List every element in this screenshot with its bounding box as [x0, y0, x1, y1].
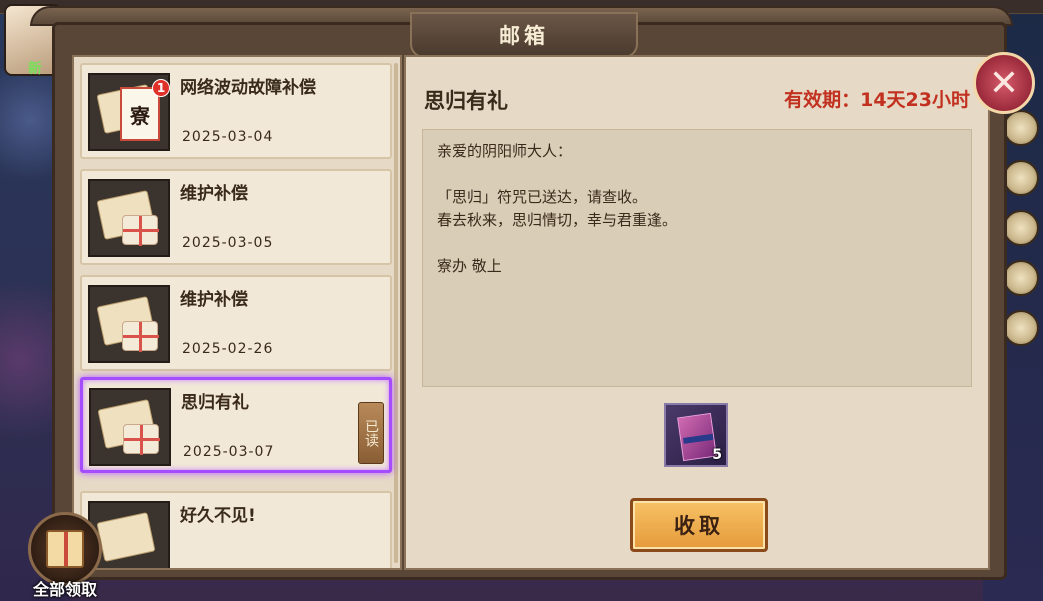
- close-icon: ✕: [988, 62, 1020, 104]
- mail-item[interactable]: 寮 1 网络波动故障补偿 2025-03-04: [80, 63, 392, 159]
- side-avatar-icon[interactable]: [1003, 260, 1039, 296]
- expiry-label: 有效期：14天23小时: [784, 89, 970, 111]
- mail-date: 2025-03-04: [182, 129, 274, 145]
- reward-count: 5: [712, 447, 722, 463]
- window-title-plate: 邮箱: [410, 12, 638, 58]
- close-button[interactable]: ✕: [973, 52, 1035, 114]
- mail-body: 亲爱的阴阳师大人： 「思归」符咒已送达，请查收。 春去秋来，思归情切，幸与君重逢…: [422, 129, 972, 387]
- body-line: 「思归」符咒已送达，请查收。: [437, 188, 648, 206]
- read-tag: 已读: [358, 402, 384, 464]
- mail-title: 思归有礼: [181, 393, 249, 413]
- mail-list[interactable]: 寮 1 网络波动故障补偿 2025-03-04 维护补偿 2025-03-05 …: [72, 55, 402, 570]
- mail-date: 2025-03-05: [182, 235, 274, 251]
- claim-all-label: 全部领取: [32, 580, 97, 599]
- mail-item[interactable]: 好久不见!: [80, 491, 392, 568]
- side-avatar-icon[interactable]: [1003, 160, 1039, 196]
- mail-title: 网络波动故障补偿: [180, 78, 316, 98]
- mail-thumbnail: 寮 1: [88, 73, 170, 151]
- seal-card-icon: 寮: [120, 87, 160, 141]
- reward-slot[interactable]: 5: [664, 403, 728, 467]
- parcel-icon: [122, 321, 159, 352]
- mail-detail-panel: 思归有礼 有效期：14天23小时 亲爱的阴阳师大人： 「思归」符咒已送达，请查收…: [404, 55, 990, 570]
- mail-date: 2025-02-26: [182, 341, 274, 357]
- new-tag: 新: [28, 61, 42, 77]
- side-avatar-icon[interactable]: [1003, 110, 1039, 146]
- collect-button[interactable]: 收取: [630, 498, 768, 552]
- claim-all-button[interactable]: 全部领取: [22, 512, 108, 599]
- mail-title: 维护补偿: [180, 290, 248, 310]
- mail-item[interactable]: 维护补偿 2025-03-05: [80, 169, 392, 265]
- mail-item[interactable]: 维护补偿 2025-02-26: [80, 275, 392, 371]
- body-line: 亲爱的阴阳师大人：: [437, 142, 573, 160]
- detail-title: 思归有礼: [424, 89, 508, 113]
- mail-title: 维护补偿: [180, 184, 248, 204]
- parcel-icon: [122, 215, 159, 246]
- side-avatar-icon[interactable]: [1003, 310, 1039, 346]
- mail-title: 好久不见!: [180, 506, 256, 526]
- parcel-icon: [123, 424, 160, 455]
- window-title: 邮箱: [499, 24, 549, 48]
- mail-thumbnail: [88, 285, 170, 363]
- mail-date: 2025-03-07: [183, 444, 275, 460]
- talisman-icon: [677, 412, 717, 462]
- mail-thumbnail: [89, 388, 171, 466]
- scrollbar[interactable]: [394, 63, 398, 563]
- gift-icon: [46, 530, 84, 568]
- body-line: 寮办 敬上: [437, 257, 502, 275]
- mail-thumbnail: [88, 179, 170, 257]
- unread-badge: 1: [152, 79, 170, 97]
- body-line: 春去秋来，思归情切，幸与君重逢。: [437, 211, 678, 229]
- side-avatar-icon[interactable]: [1003, 210, 1039, 246]
- mail-item-selected[interactable]: 思归有礼 2025-03-07 已读: [80, 377, 392, 473]
